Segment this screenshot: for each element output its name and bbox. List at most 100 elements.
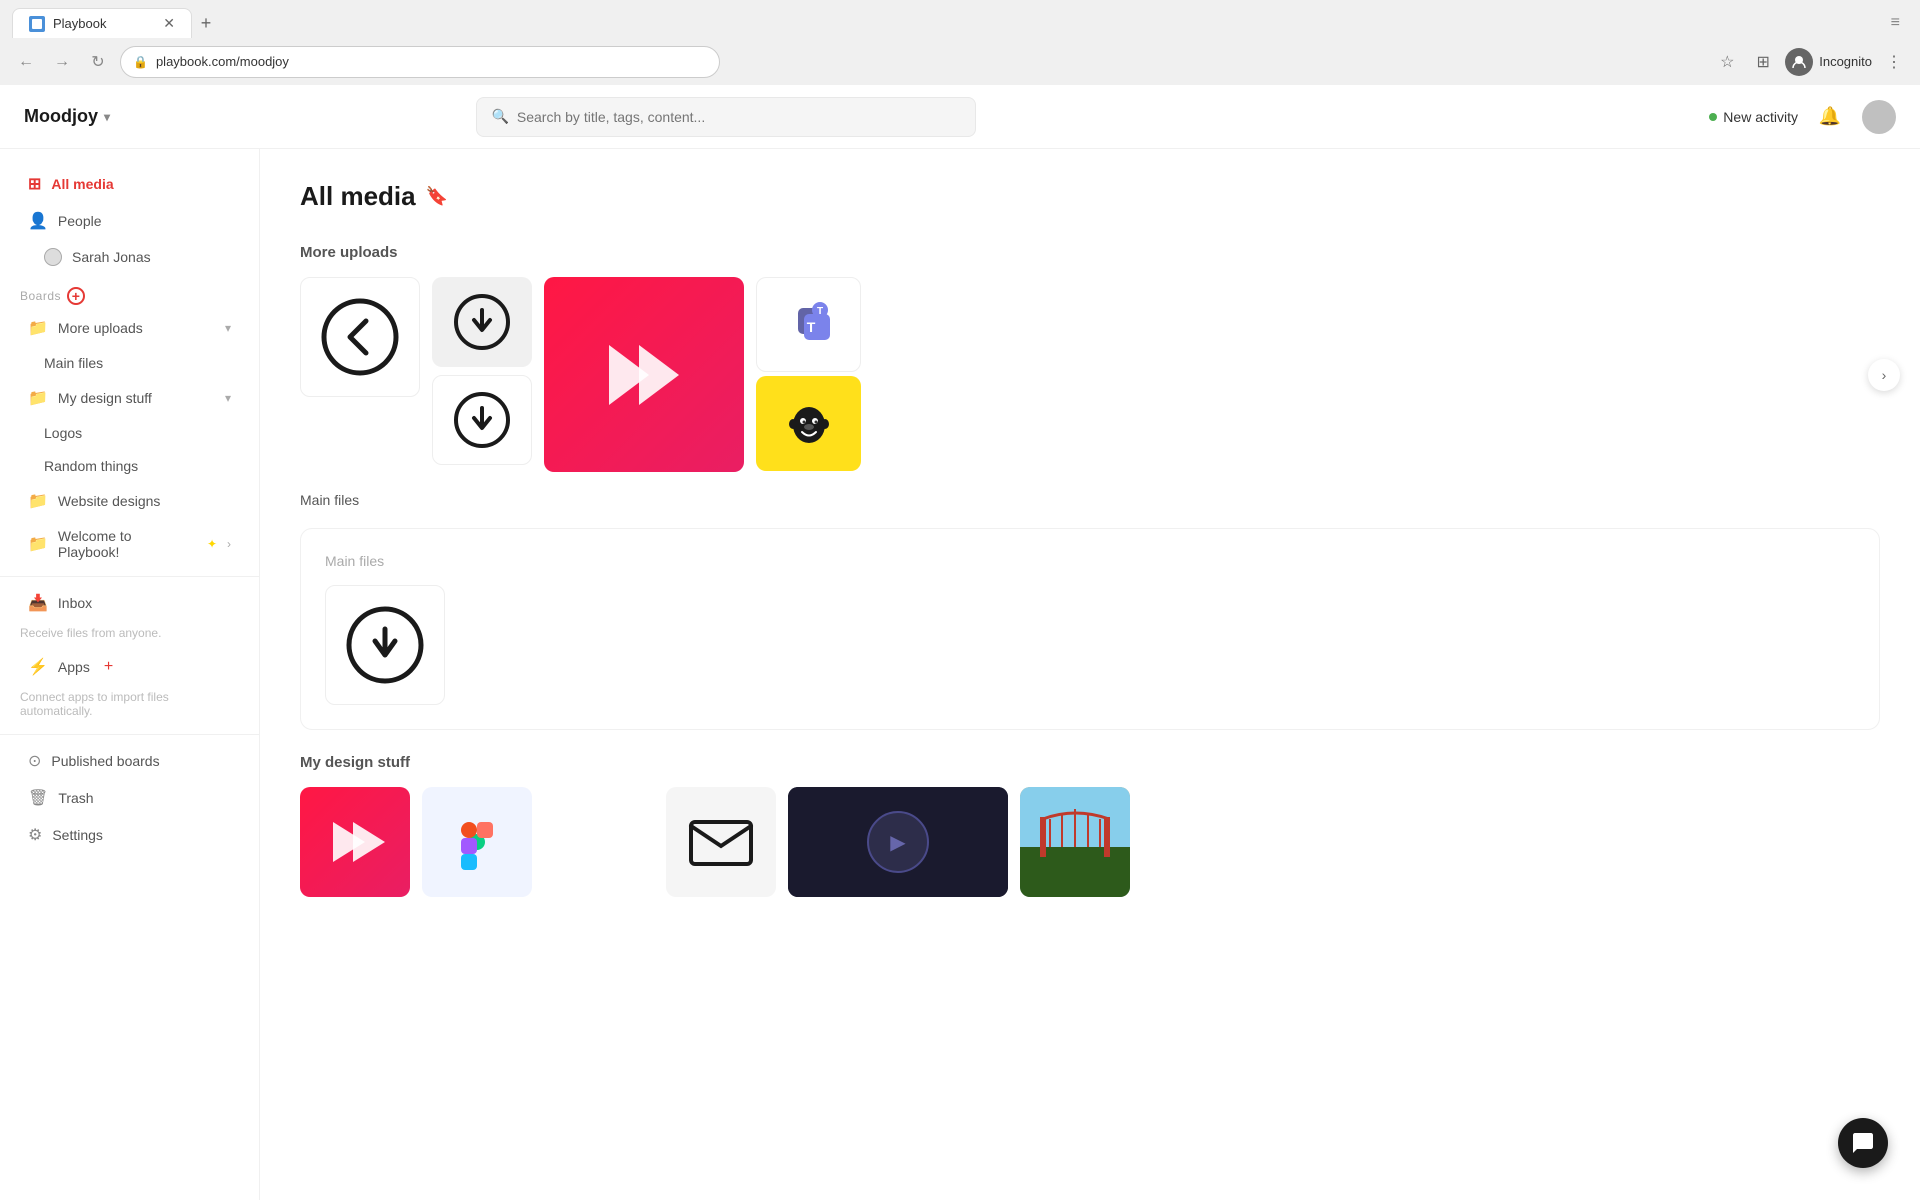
main-files-subsection-label: Main files [325, 553, 1855, 569]
incognito-avatar [1785, 48, 1813, 76]
sidebar-welcome-label: Welcome to Playbook! [58, 528, 193, 560]
page-title: All media [300, 181, 416, 212]
new-activity-button[interactable]: New activity [1709, 109, 1798, 125]
lock-icon: 🔒 [133, 55, 148, 69]
brand-logo[interactable]: Moodjoy ▾ [24, 106, 110, 127]
bookmark-icon[interactable]: 🔖 [426, 186, 448, 207]
apps-hint: Connect apps to import files automatical… [0, 686, 259, 726]
chat-icon [1851, 1131, 1875, 1155]
scroll-right-button[interactable]: › [1868, 359, 1900, 391]
mailchimp-icon [782, 397, 836, 451]
activity-status-dot [1709, 113, 1717, 121]
reload-button[interactable]: ↻ [84, 48, 112, 76]
teams-card[interactable]: T T [756, 277, 861, 372]
main-files-under-grid-label: Main files [300, 492, 1880, 508]
sidebar-divider-1 [0, 576, 259, 577]
forward-button[interactable]: → [48, 48, 76, 76]
browser-menu-button[interactable]: ⋮ [1880, 48, 1908, 76]
figma-icon [447, 812, 507, 872]
grid-icon: ⊞ [28, 174, 41, 194]
share-icon: ⊙ [28, 751, 41, 771]
boards-section-header: Boards + [0, 275, 259, 309]
main-files-download-icon [345, 605, 425, 685]
sidebar-item-main-files[interactable]: Main files [8, 347, 251, 379]
download-card-1[interactable] [432, 277, 532, 367]
boards-add-button[interactable]: + [67, 287, 85, 305]
bookmark-button[interactable]: ☆ [1713, 48, 1741, 76]
more-uploads-grid: T T [300, 277, 1880, 472]
sidebar-item-my-design-stuff[interactable]: 📁 My design stuff ▾ [8, 380, 251, 416]
sidebar-all-media-label: All media [51, 176, 113, 192]
sidebar-item-sarah-jonas[interactable]: Sarah Jonas [8, 240, 251, 274]
incognito-menu[interactable]: Incognito [1785, 48, 1872, 76]
svg-text:T: T [816, 306, 822, 317]
back-arrow-card[interactable] [300, 277, 420, 397]
design-play-icon [325, 812, 385, 872]
search-bar[interactable]: 🔍 [476, 97, 976, 137]
welcome-chevron-icon: › [227, 537, 231, 551]
folder4-icon: 📁 [28, 534, 48, 554]
figma-card[interactable] [422, 787, 532, 897]
main-files-label-small: Main files [300, 492, 359, 508]
sidebar-trash-label: Trash [58, 790, 93, 806]
main-files-grid [325, 585, 1855, 705]
user-avatar[interactable] [1862, 100, 1896, 134]
back-button[interactable]: ← [12, 48, 40, 76]
dark-photo-card[interactable]: ▶ [788, 787, 1008, 897]
sidebar-divider-2 [0, 734, 259, 735]
sidebar-item-website-designs[interactable]: 📁 Website designs [8, 483, 251, 519]
sidebar-item-settings[interactable]: ⚙ Settings [8, 817, 251, 853]
person-icon: 👤 [28, 211, 48, 231]
play-card[interactable] [544, 277, 744, 472]
sidebar-sarah-jonas-label: Sarah Jonas [72, 249, 151, 265]
sidebar-toggle-button[interactable]: ⊞ [1749, 48, 1777, 76]
my-design-stuff-section: My design stuff [300, 754, 1880, 897]
sidebar-item-all-media[interactable]: ⊞ All media [8, 166, 251, 202]
sidebar-item-published-boards[interactable]: ⊙ Published boards [8, 743, 251, 779]
sidebar-item-logos[interactable]: Logos [8, 417, 251, 449]
tab-title: Playbook [53, 16, 106, 31]
brand-chevron-icon: ▾ [104, 110, 110, 124]
my-design-stuff-grid: ▶ [300, 787, 1880, 897]
chat-bubble-button[interactable] [1838, 1118, 1888, 1168]
new-activity-label: New activity [1723, 109, 1798, 125]
folder2-icon: 📁 [28, 388, 48, 408]
sidebar-settings-label: Settings [52, 827, 103, 843]
teams-icon: T T [782, 300, 836, 350]
design-play-card[interactable] [300, 787, 410, 897]
download-card-2[interactable] [432, 375, 532, 465]
active-tab[interactable]: Playbook ✕ [12, 8, 192, 38]
sidebar-item-trash[interactable]: 🗑 Trash [8, 780, 251, 816]
sidebar-random-things-label: Random things [44, 458, 138, 474]
sidebar-item-apps[interactable]: ⚡ Apps + [8, 649, 251, 685]
address-bar[interactable]: 🔒 playbook.com/moodjoy [120, 46, 720, 78]
tab-menu-button[interactable]: ≡ [1891, 14, 1908, 32]
download-cards-col [432, 277, 532, 465]
sidebar-item-welcome[interactable]: 📁 Welcome to Playbook! ✦ › [8, 520, 251, 568]
notification-button[interactable]: 🔔 [1814, 101, 1846, 133]
landscape-icon [1020, 787, 1130, 897]
incognito-label: Incognito [1819, 54, 1872, 69]
svg-text:▶: ▶ [890, 832, 906, 854]
trash-icon: 🗑 [28, 788, 48, 808]
nav-bar: ← → ↻ 🔒 playbook.com/moodjoy ☆ ⊞ Incogni… [0, 38, 1920, 85]
main-files-download-card[interactable] [325, 585, 445, 705]
sidebar-item-inbox[interactable]: 📥 Inbox [8, 585, 251, 621]
landscape-card[interactable] [1020, 787, 1130, 897]
download-icon-2 [452, 390, 512, 450]
brand-name: Moodjoy [24, 106, 98, 127]
sidebar-people-label: People [58, 213, 102, 229]
sidebar-item-random-things[interactable]: Random things [8, 450, 251, 482]
envelope-card[interactable] [666, 787, 776, 897]
search-input[interactable] [517, 109, 962, 125]
sidebar-more-uploads-label: More uploads [58, 320, 143, 336]
mailchimp-card[interactable] [756, 376, 861, 471]
sidebar-item-more-uploads[interactable]: 📁 More uploads ▾ [8, 310, 251, 346]
tab-close-button[interactable]: ✕ [163, 15, 175, 32]
url-display: playbook.com/moodjoy [156, 54, 289, 69]
new-tab-button[interactable]: + [192, 9, 220, 37]
apps-icon: ⚡ [28, 657, 48, 677]
boards-label: Boards [20, 289, 61, 303]
back-arrow-icon [320, 297, 400, 377]
sidebar-item-people[interactable]: 👤 People [8, 203, 251, 239]
